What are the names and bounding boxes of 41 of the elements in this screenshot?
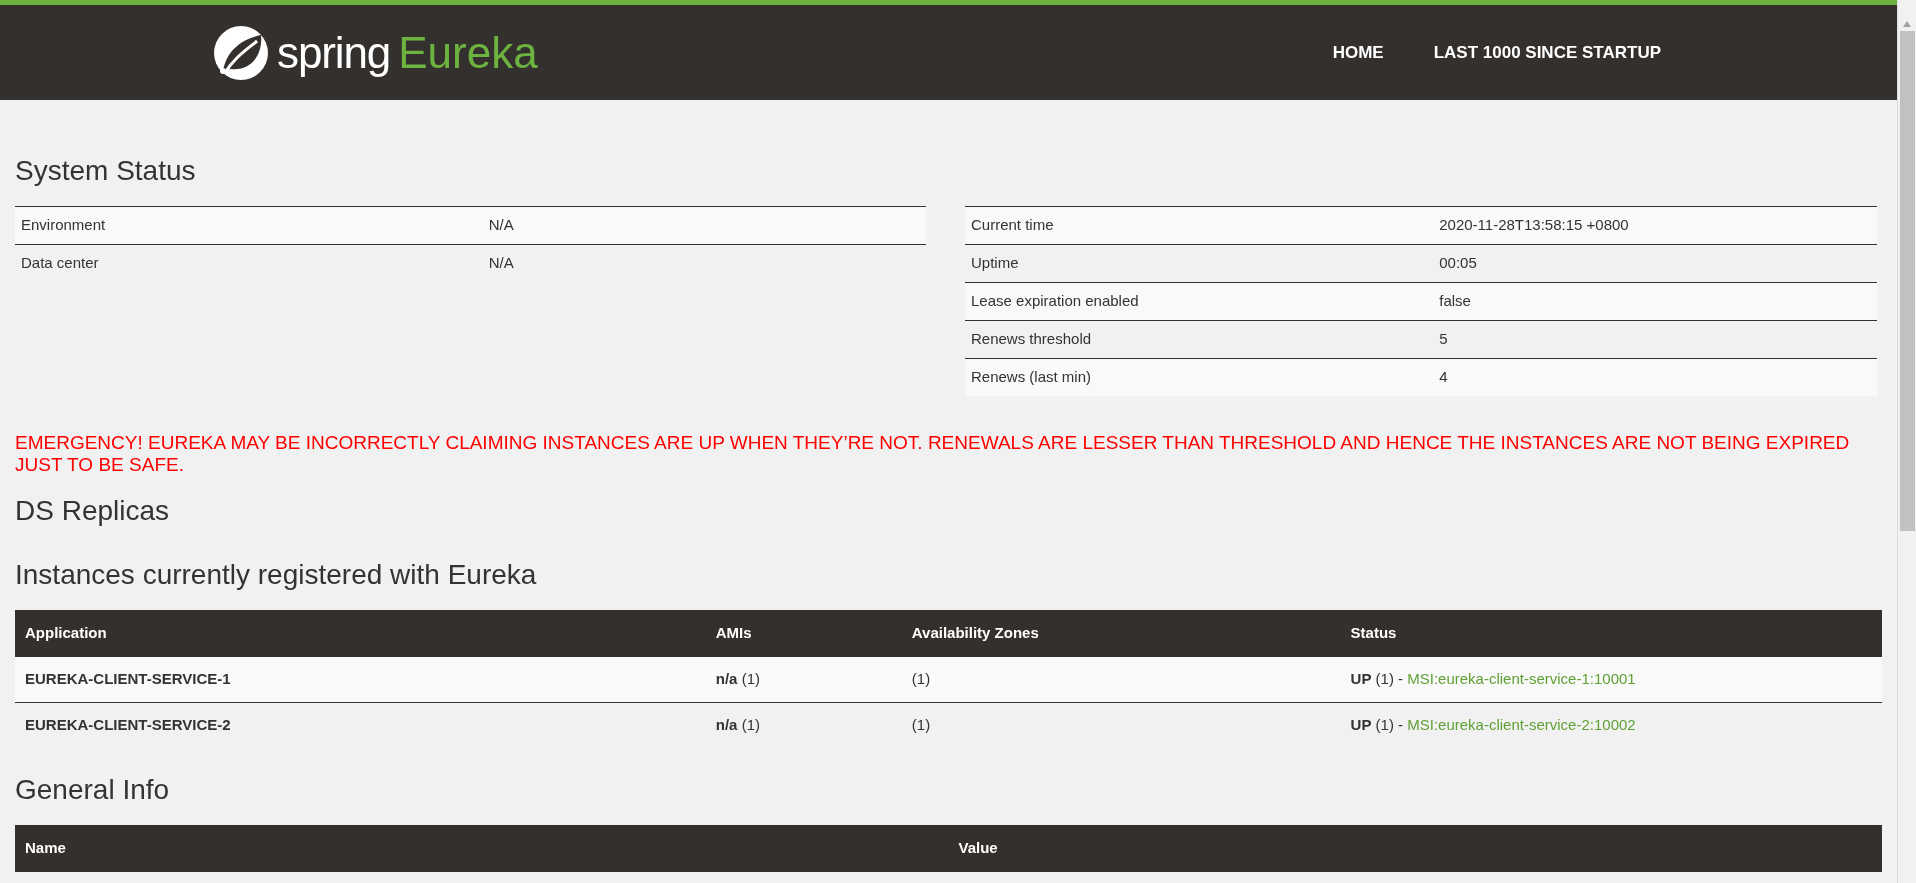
column-header: Application — [24, 623, 108, 644]
status-value: 4 — [1439, 367, 1448, 388]
status-label: Renews threshold — [970, 329, 1093, 350]
table-cell-text: (1) — [910, 714, 932, 735]
status-value: 00:05 — [1439, 253, 1477, 274]
table-cell-text: n/a (1) — [714, 669, 761, 690]
scrollbar[interactable] — [1897, 0, 1916, 883]
logo-wordmark: spring — [277, 30, 391, 75]
status-label: Data center — [20, 253, 100, 274]
scrollbar-thumb[interactable] — [1899, 31, 1915, 531]
table-cell-text: EUREKA-CLIENT-SERVICE-1 — [24, 669, 232, 690]
table-cell-text: (1) — [910, 669, 932, 690]
status-label: Uptime — [970, 253, 1020, 274]
status-value: 2020-11-28T13:58:15 +0800 — [1439, 215, 1629, 236]
column-header: Availability Zones — [910, 623, 1040, 644]
table-cell-text: n/a (1) — [714, 714, 761, 735]
section-heading: Instances currently registered with Eureka — [15, 558, 538, 592]
status-label: Environment — [20, 215, 107, 236]
table-cell-text: EUREKA-CLIENT-SERVICE-2 — [24, 714, 232, 735]
status-value: false — [1439, 291, 1471, 312]
section-heading: System Status — [15, 154, 197, 188]
scroll-up-icon[interactable] — [1902, 20, 1912, 28]
nav-link[interactable]: LAST 1000 SINCE STARTUP — [1433, 39, 1661, 66]
status-text: UP (1) - — [1350, 669, 1405, 690]
column-header: Status — [1349, 623, 1398, 644]
nav-link[interactable]: HOME — [1332, 39, 1384, 66]
leaf-logo-icon — [213, 24, 269, 81]
status-value: 5 — [1439, 329, 1448, 350]
status-label: Lease expiration enabled — [970, 291, 1140, 312]
status-label: Current time — [970, 215, 1055, 236]
column-header: AMIs — [714, 623, 753, 644]
section-heading: DS Replicas — [15, 494, 171, 528]
status-value: N/A — [488, 253, 514, 274]
column-header: Value — [957, 838, 999, 859]
emergency-warning: EMERGENCY! EUREKA MAY BE INCORRECTLY CLAIMING INSTANCES ARE UP WHEN THEY’RE NOT. RENEWALS ARE LESSER THAN THRESHOLD AND HENCE THE INSTANCES ARE NOT BEING EXPIRED JUST TO BE SAFE. — [15, 432, 1851, 476]
logo-product: Eureka — [398, 30, 538, 75]
status-label: Renews (last min) — [970, 367, 1093, 388]
status-value: N/A — [488, 215, 514, 236]
section-heading: General Info — [15, 773, 171, 807]
column-header: Name — [24, 838, 67, 859]
status-text: UP (1) - — [1350, 714, 1405, 735]
